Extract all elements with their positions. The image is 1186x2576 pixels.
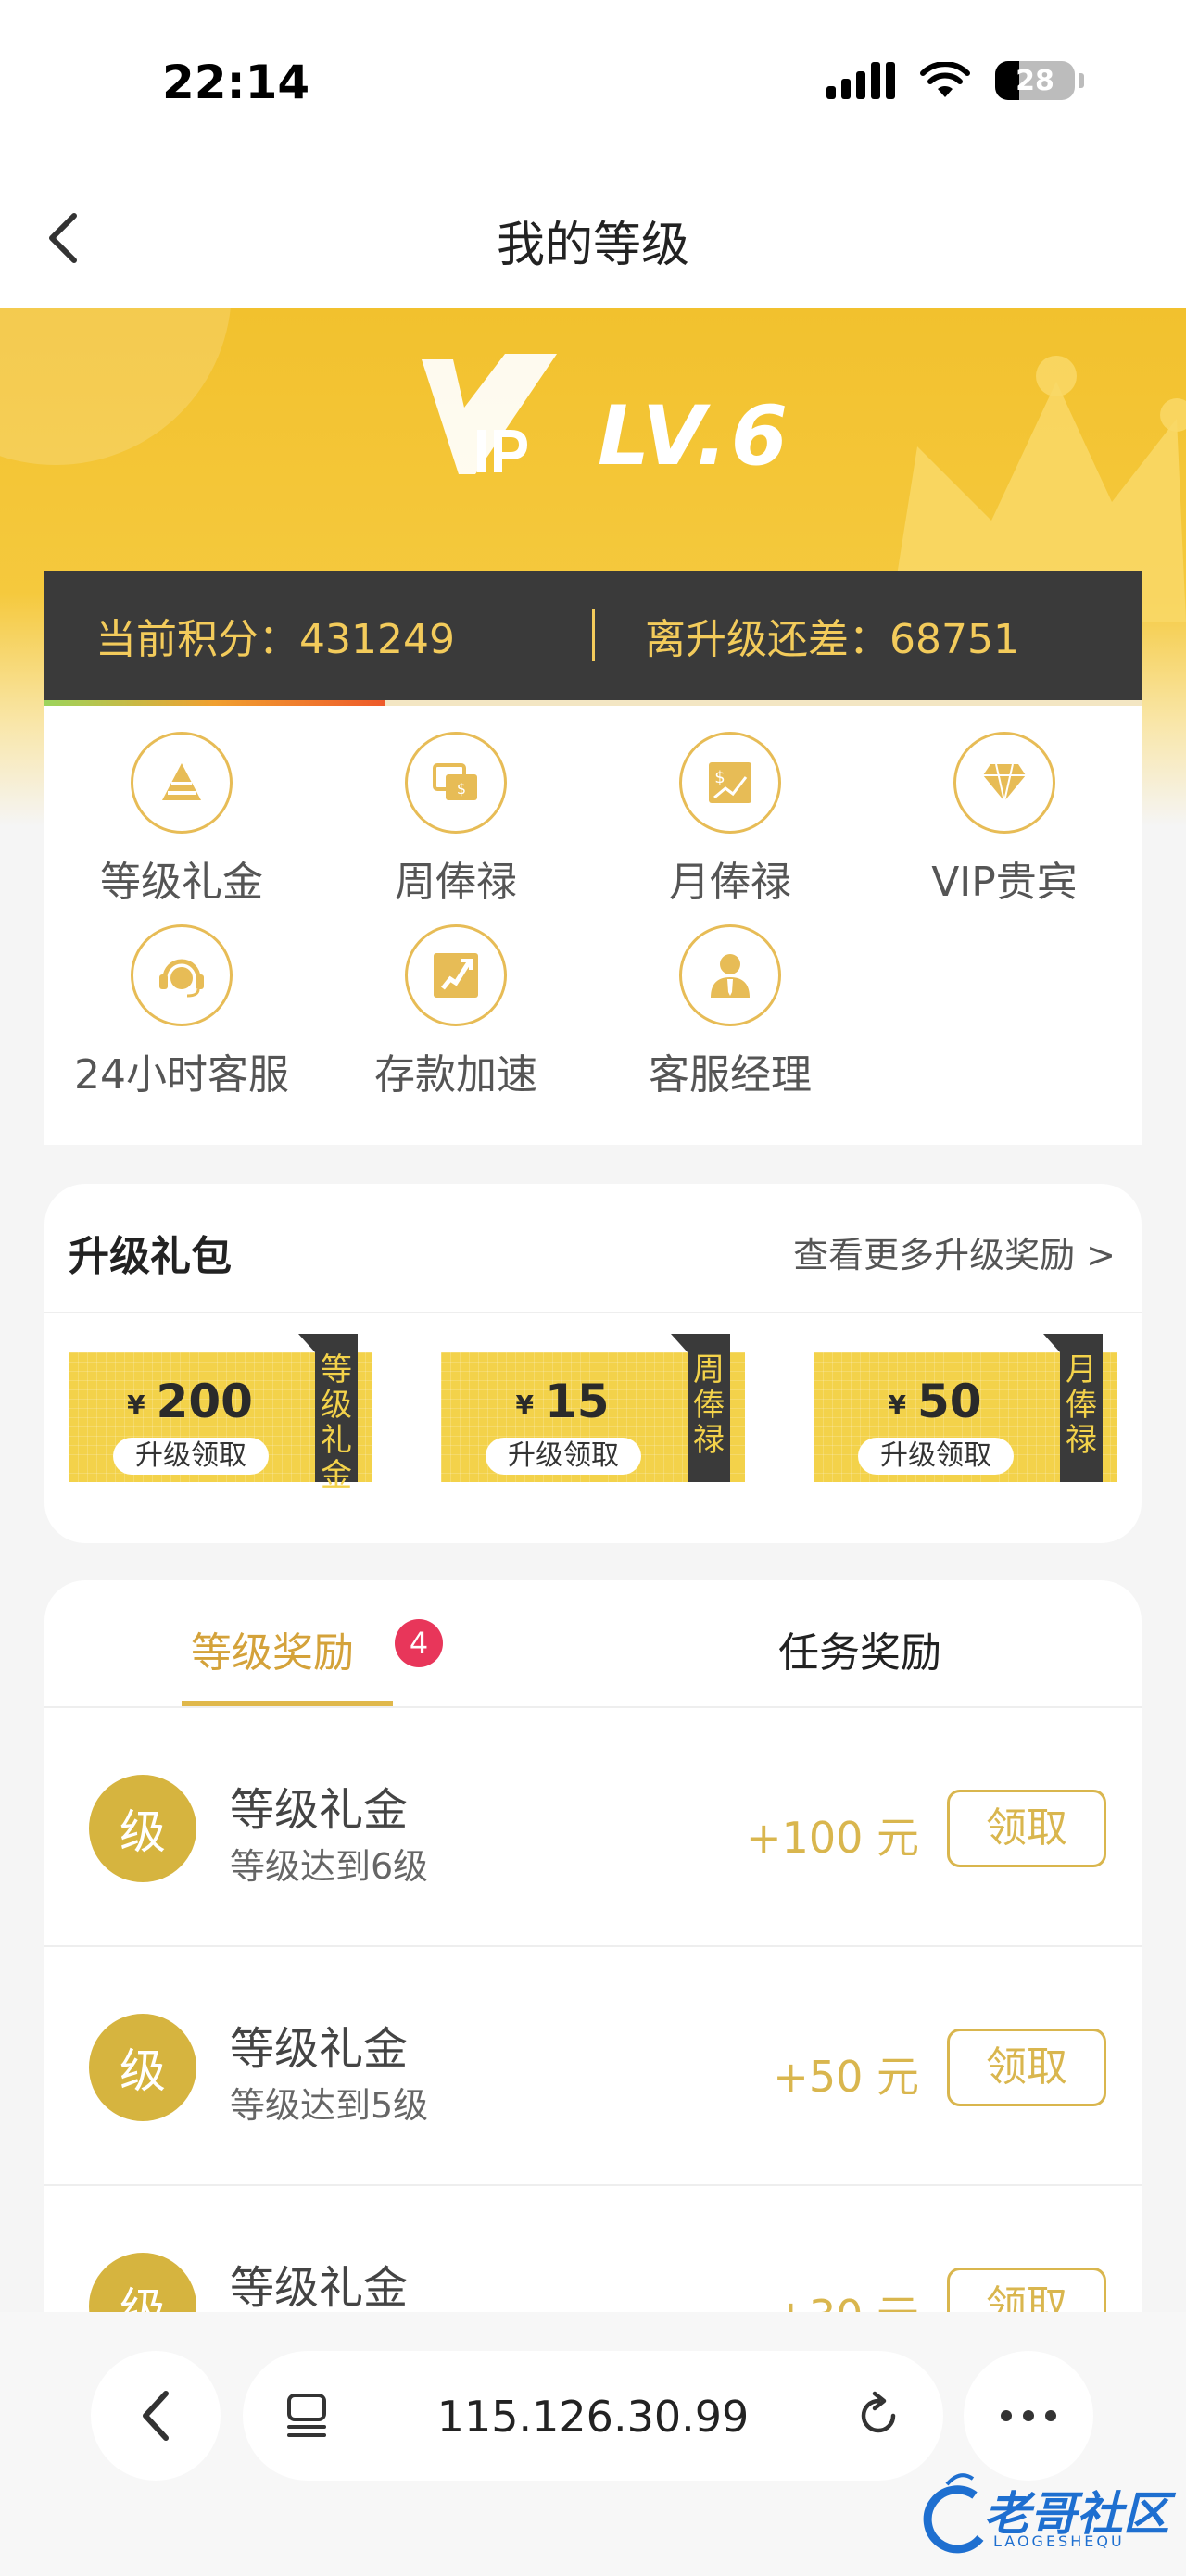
tab-level-rewards[interactable]: 等级奖励 [191,1619,354,1678]
reload-icon[interactable] [852,2390,904,2442]
url-text: 115.126.30.99 [436,2392,750,2442]
status-icons: 28 [826,61,1084,100]
reward-title: 等级礼金 [230,2023,409,2075]
watermark: 老哥社区 LAOGESHEQU [919,2468,1169,2570]
reward-subtitle: 等级达到5级 [230,2085,429,2126]
pyramid-icon [131,732,233,834]
vip-logo: LV.6 [422,354,791,484]
watermark-subtitle: LAOGESHEQU [993,2532,1125,2550]
status-time: 22:14 [162,56,310,109]
voucher-monthly-salary[interactable]: ¥50 升级领取 月俸禄 [814,1334,1117,1482]
nav-bar: 我的等级 [0,167,1186,308]
battery-level: 28 [1016,64,1054,97]
reward-title: 等级礼金 [230,2262,409,2314]
reward-amount: +100 元 [746,1813,919,1863]
reward-tabs: 等级奖励 4 任务奖励 [44,1580,1142,1708]
headset-icon [131,924,233,1026]
level-avatar: 级 [89,1775,196,1882]
voucher-tag: 等级礼金 [298,1334,358,1493]
privilege-weekly-salary[interactable]: $ 周俸禄 [319,732,593,908]
browser-toolbar: 115.126.30.99 老哥社区 LAOGESHEQU [0,2312,1186,2576]
decorative-circle [0,308,232,465]
page: 22:14 28 我的等级 LV.6 当前积分：431249 离升级还差：687… [0,0,1186,2576]
voucher-amount: ¥15 [515,1375,610,1428]
vip-emblem-icon [422,354,557,474]
privilege-vip-guest[interactable]: VIP贵宾 [867,732,1142,908]
upgrade-package-header: 升级礼包 查看更多升级奖励 > [44,1184,1142,1313]
voucher-level-bonus[interactable]: ¥200 升级领取 等级礼金 [69,1334,372,1493]
voucher-upgrade-claim-label: 升级领取 [858,1438,1014,1475]
privileges-panel: 等级礼金 $ 周俸禄 $ 月俸禄 VIP贵宾 24小时客服 存款加速 客服经理 [44,706,1142,1145]
voucher-amount: ¥50 [888,1375,982,1428]
reward-subtitle: 等级达到6级 [230,1846,429,1887]
voucher-tag: 月俸禄 [1043,1334,1103,1482]
reward-title: 等级礼金 [230,1784,409,1836]
privilege-account-manager[interactable]: 客服经理 [593,924,867,1100]
voucher-weekly-salary[interactable]: ¥15 升级领取 周俸禄 [441,1334,745,1482]
points-to-upgrade: 离升级还差：68751 [645,616,1019,663]
privilege-level-bonus[interactable]: 等级礼金 [44,732,319,908]
privilege-label: 等级礼金 [100,859,263,906]
tab-task-rewards[interactable]: 任务奖励 [778,1619,941,1678]
svg-text:$: $ [714,768,725,787]
wifi-icon [920,62,970,97]
status-bar: 22:14 28 [0,0,1186,167]
cellular-signal-icon [826,62,895,99]
more-options-button[interactable] [964,2351,1093,2481]
claim-button[interactable]: 领取 [947,1790,1106,1867]
privilege-label: VIP贵宾 [931,859,1078,906]
level-avatar: 级 [89,2014,196,2121]
privilege-label: 月俸禄 [669,859,791,906]
claim-button[interactable]: 领取 [947,2029,1106,2106]
active-tab-indicator [182,1701,393,1706]
battery-icon: 28 [995,61,1075,100]
vip-level: LV.6 [598,388,792,484]
voucher-tag: 周俸禄 [671,1334,730,1482]
view-more-rewards-link[interactable]: 查看更多升级奖励 > [793,1226,1116,1277]
more-icon [1001,2410,1056,2421]
voucher-upgrade-claim-label: 升级领取 [113,1438,269,1475]
rewards-card: 等级奖励 4 任务奖励 级 等级礼金 等级达到6级 +100 元 领取 级 等级… [44,1580,1142,2414]
reward-amount: +50 元 [773,2052,919,2102]
privilege-label: 存款加速 [374,1051,537,1099]
address-bar[interactable]: 115.126.30.99 [243,2351,943,2481]
cash-card-icon: $ [405,732,507,834]
privilege-label: 24小时客服 [74,1051,289,1099]
current-points: 当前积分：431249 [95,616,455,663]
voucher-amount: ¥200 [127,1375,253,1428]
privilege-label: 客服经理 [649,1051,812,1099]
diamond-icon [953,732,1055,834]
privileges-grid: 等级礼金 $ 周俸禄 $ 月俸禄 VIP贵宾 24小时客服 存款加速 客服经理 [44,732,1142,1100]
voucher-list: ¥200 升级领取 等级礼金 ¥15 升级领取 周俸禄 ¥50 升级领取 月俸禄 [69,1334,1125,1493]
privilege-label: 周俸禄 [395,859,517,906]
chevron-left-icon [143,2391,169,2441]
privilege-monthly-salary[interactable]: $ 月俸禄 [593,732,867,908]
rocket-icon [405,924,507,1026]
privilege-deposit-boost[interactable]: 存款加速 [319,924,593,1100]
privilege-24h-service[interactable]: 24小时客服 [44,924,319,1100]
upgrade-package-card: 升级礼包 查看更多升级奖励 > ¥200 升级领取 等级礼金 ¥15 升级领取 … [44,1184,1142,1543]
page-title: 我的等级 [496,218,689,273]
browser-back-button[interactable] [91,2351,221,2481]
svg-text:$: $ [457,780,466,798]
reward-row: 级 等级礼金 等级达到6级 +100 元 领取 [44,1708,1142,1947]
upgrade-package-title: 升级礼包 [69,1233,232,1280]
manager-icon [679,924,781,1026]
money-chart-icon: $ [679,732,781,834]
points-panel: 当前积分：431249 离升级还差：68751 [44,571,1142,700]
reward-row: 级 等级礼金 等级达到5级 +50 元 领取 [44,1947,1142,2186]
level-rewards-badge: 4 [395,1619,443,1667]
watermark-logo-icon [923,2473,984,2554]
voucher-upgrade-claim-label: 升级领取 [486,1438,641,1475]
